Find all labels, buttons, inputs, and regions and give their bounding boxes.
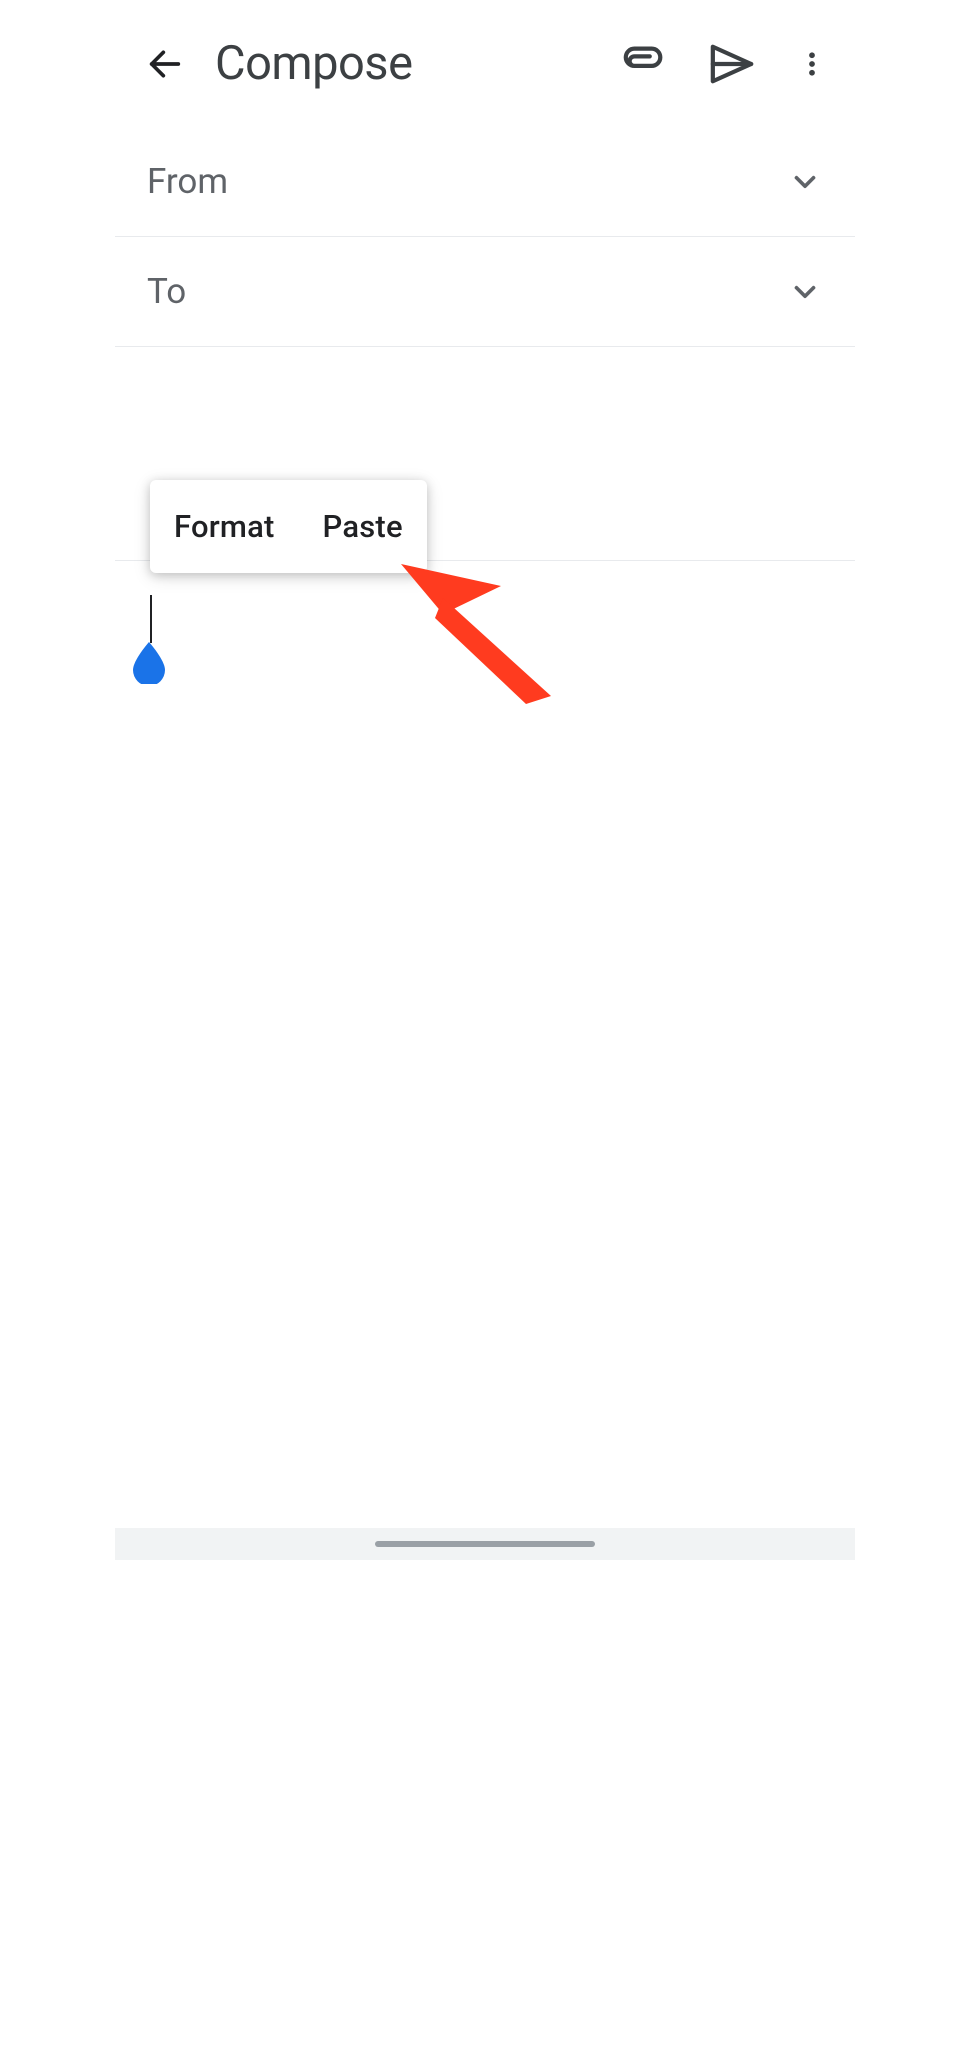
more-vertical-icon — [797, 44, 827, 84]
send-button[interactable] — [709, 41, 755, 87]
paste-menu-item[interactable]: Paste — [299, 480, 427, 573]
text-context-menu: Format Paste — [150, 480, 427, 573]
teardrop-handle-icon — [127, 640, 171, 684]
chevron-down-icon — [788, 165, 822, 199]
paperclip-icon — [621, 41, 667, 87]
from-field[interactable]: From — [115, 127, 855, 236]
back-button[interactable] — [143, 42, 187, 86]
compose-screen: Compose Fr — [115, 0, 855, 1560]
to-label: To — [147, 271, 775, 312]
more-button[interactable] — [797, 44, 827, 84]
header-actions — [621, 41, 827, 87]
arrow-left-icon — [145, 44, 185, 84]
to-expand[interactable] — [787, 274, 823, 310]
attach-button[interactable] — [621, 41, 667, 87]
to-field[interactable]: To — [115, 236, 855, 346]
chevron-down-icon — [788, 275, 822, 309]
page-title: Compose — [215, 36, 593, 91]
from-label: From — [147, 161, 775, 202]
system-nav-bar — [115, 1528, 855, 1560]
home-indicator[interactable] — [375, 1541, 595, 1547]
recipient-fields: From To — [115, 127, 855, 347]
cursor-handle[interactable] — [127, 640, 171, 684]
app-header: Compose — [115, 0, 855, 127]
text-cursor — [150, 595, 152, 643]
from-expand[interactable] — [787, 164, 823, 200]
send-icon — [709, 41, 755, 87]
format-menu-item[interactable]: Format — [150, 480, 299, 573]
